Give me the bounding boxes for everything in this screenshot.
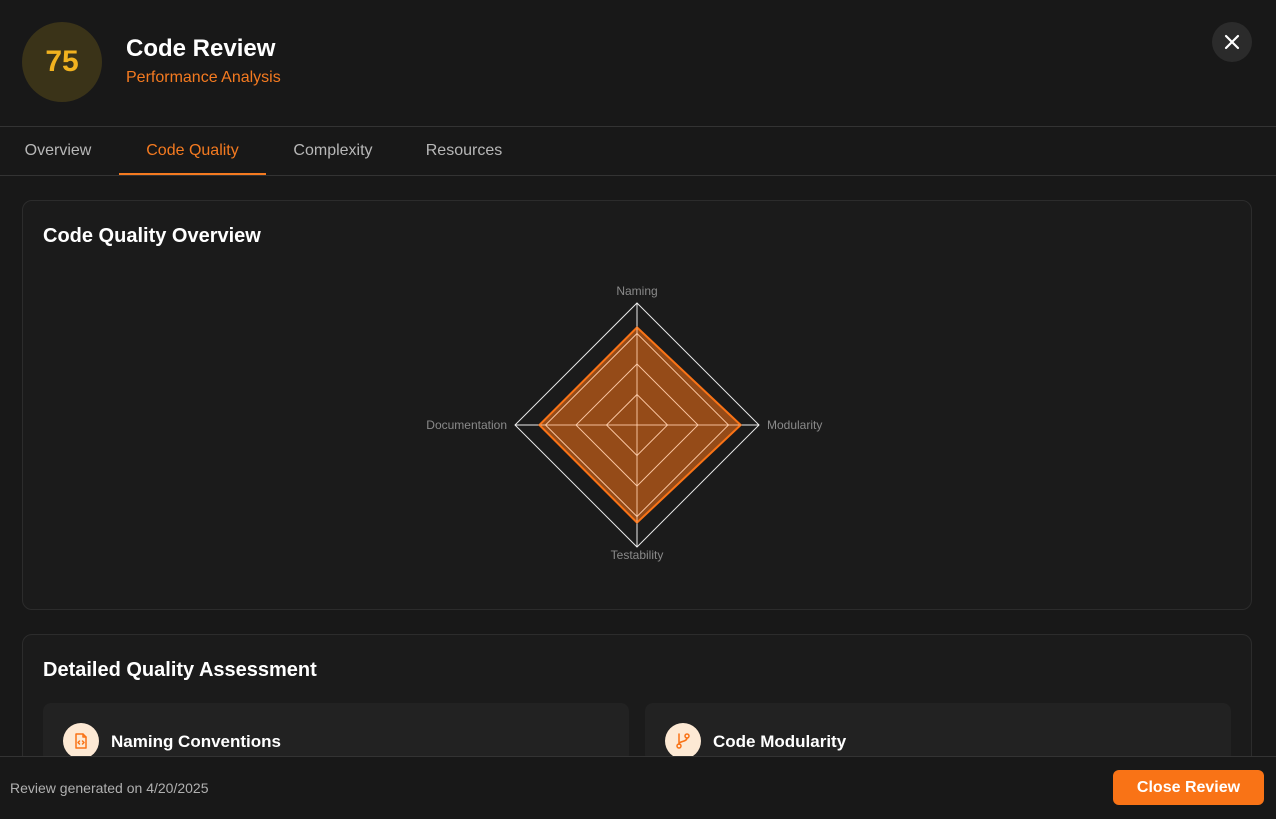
score-badge: 75: [22, 22, 102, 102]
assessment-item-modularity[interactable]: Code Modularity: [645, 703, 1231, 763]
tab-code-quality[interactable]: Code Quality: [119, 127, 266, 175]
page-subtitle: Performance Analysis: [126, 69, 281, 86]
generated-date-text: Review generated on 4/20/2025: [10, 780, 209, 796]
assessment-item-label: Naming Conventions: [111, 732, 282, 751]
close-icon: [1224, 34, 1240, 50]
page-title: Code Review: [126, 35, 276, 62]
radar-axis-label: Documentation: [426, 418, 507, 432]
git-branch-icon: [665, 723, 701, 759]
assessment-item-label: Code Modularity: [713, 732, 847, 751]
review-header: 75 Code Review Performance Analysis: [0, 0, 1276, 127]
radar-chart: Naming Modularity Testability Documentation: [426, 284, 822, 562]
radar-axis-label: Modularity: [767, 418, 822, 432]
code-quality-overview-card: Code Quality Overview Naming Modularity Te…: [22, 200, 1252, 610]
section-title: Detailed Quality Assessment: [43, 659, 317, 681]
close-review-button[interactable]: Close Review: [1113, 770, 1264, 805]
tab-complexity[interactable]: Complexity: [290, 127, 376, 175]
tab-resources[interactable]: Resources: [424, 127, 504, 175]
footer-bar: Review generated on 4/20/2025 Close Revi…: [0, 756, 1276, 819]
assessment-item-naming[interactable]: Naming Conventions: [43, 703, 629, 763]
file-code-icon: [63, 723, 99, 759]
radar-axis-label: Naming: [616, 284, 657, 298]
close-dialog-button[interactable]: [1212, 22, 1252, 62]
radar-axis-label: Testability: [611, 548, 664, 562]
tab-overview[interactable]: Overview: [22, 127, 94, 175]
tab-bar: Overview Code Quality Complexity Resourc…: [0, 127, 1276, 176]
